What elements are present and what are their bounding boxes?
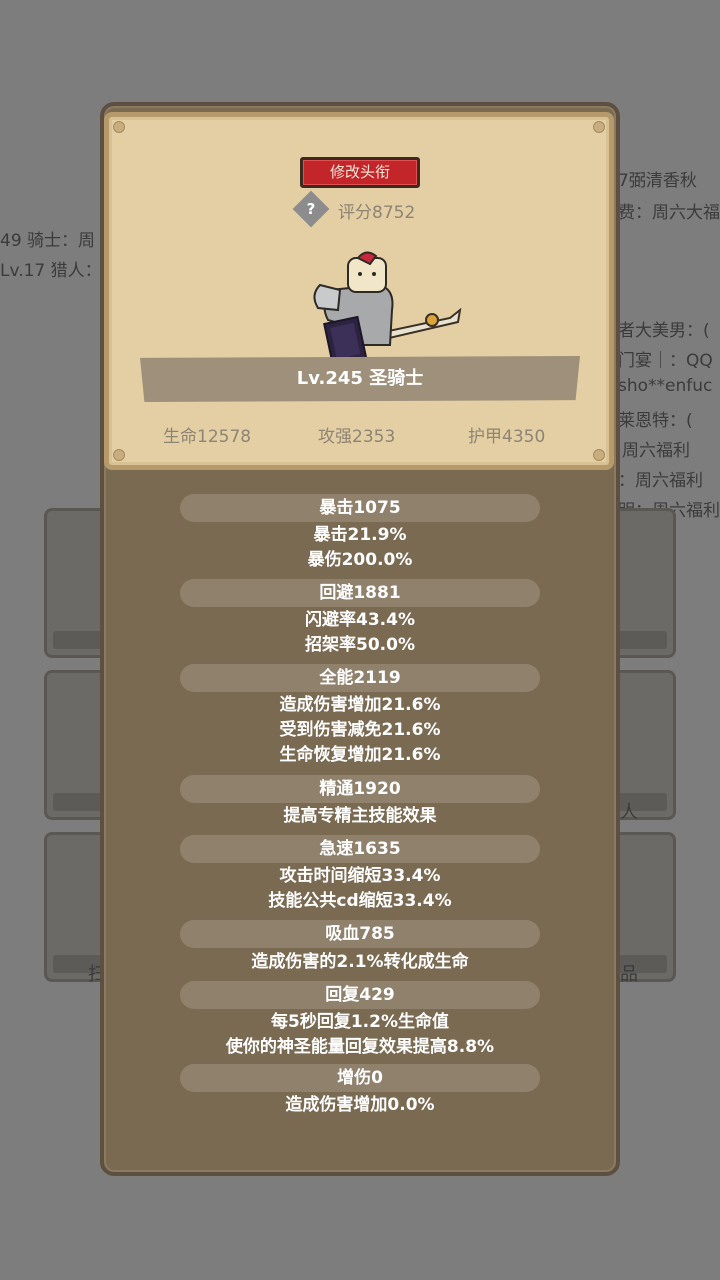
stat-detail: 使你的神圣能量回复效果提高8.8% [225, 1037, 495, 1057]
stat-header: 回复429 [180, 981, 540, 1009]
stat-detail: 造成伤害的2.1%转化成生命 [251, 952, 469, 972]
stat-detail: 每5秒回复1.2%生命值 [271, 1012, 449, 1032]
bg-card-label-1: 人 [620, 802, 638, 823]
bg-text-8: 莱恩特：( [618, 411, 693, 431]
bg-text-3: 7弼清香秋 [618, 171, 697, 191]
stat-detail: 生命恢复增加21.6% [279, 745, 441, 765]
attack-stat: 攻强2353 [318, 427, 396, 447]
hp-stat: 生命12578 [163, 427, 252, 447]
stat-detail: 提高专精主技能效果 [283, 806, 437, 826]
character-name: Lv.245 圣骑士 [296, 368, 424, 389]
bg-text-5: 者大美男：( [618, 321, 710, 341]
armor-stat: 护甲4350 [468, 427, 546, 447]
stat-header: 暴击1075 [180, 494, 540, 522]
stat-detail: 造成伤害增加0.0% [285, 1095, 435, 1115]
stat-detail: 受到伤害减免21.6% [279, 720, 441, 740]
stat-header: 精通1920 [180, 775, 540, 803]
stat-detail: 招架率50.0% [305, 635, 415, 655]
bg-card-label-3: 品 [620, 964, 638, 985]
bg-text-4: 费：周六大福 [618, 203, 720, 223]
bg-text-9: 周六福利 [622, 441, 690, 461]
stat-detail: 技能公共cd缩短33.4% [268, 891, 452, 911]
bg-text-1: 49 骑士：周 [0, 231, 96, 251]
stat-header: 回避1881 [180, 579, 540, 607]
stat-detail: 暴击21.9% [313, 525, 407, 545]
stat-header: 急速1635 [180, 835, 540, 863]
stat-detail: 暴伤200.0% [307, 550, 413, 570]
bg-text-7: sho**enfuc [618, 376, 713, 396]
bg-text-6: 门宴｜：QQ [618, 351, 713, 371]
help-icon[interactable]: ? [292, 190, 330, 228]
score-label: 评分8752 [338, 203, 416, 223]
stat-detail: 攻击时间缩短33.4% [279, 866, 441, 886]
stat-header: 增伤0 [180, 1064, 540, 1092]
stat-detail: 闪避率43.4% [305, 610, 415, 630]
edit-title-button[interactable]: 修改头衔 [300, 157, 420, 188]
stat-header: 吸血785 [180, 920, 540, 948]
paladin-character-sprite [313, 251, 462, 365]
stat-header: 全能2119 [180, 664, 540, 692]
stat-detail: 造成伤害增加21.6% [279, 695, 441, 715]
bg-text-10: ：周六福利 [618, 471, 703, 491]
bg-text-2: Lv.17 猎人： [0, 261, 102, 281]
